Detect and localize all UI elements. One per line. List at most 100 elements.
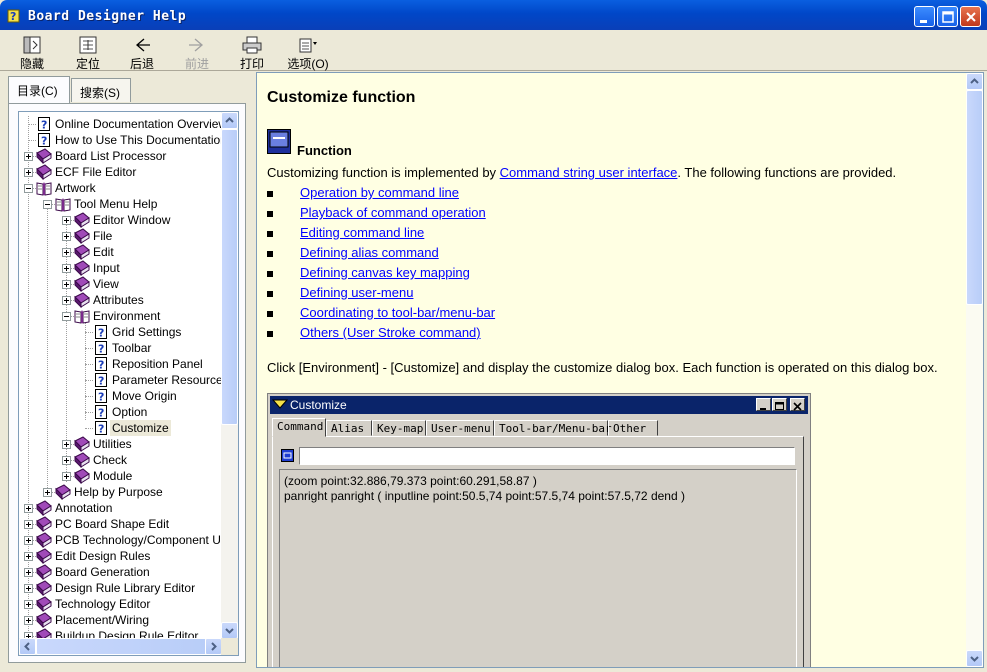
scroll-left-button[interactable] <box>19 638 36 655</box>
tree-item[interactable]: Attributes <box>19 292 222 309</box>
expand-plus-icon[interactable] <box>62 280 71 289</box>
tree-item[interactable]: View <box>19 276 222 293</box>
expand-plus-icon[interactable] <box>24 600 33 609</box>
tree-item[interactable]: ? Customize <box>19 420 222 436</box>
tree-connector <box>85 364 93 365</box>
tree-item[interactable]: Environment <box>19 308 222 324</box>
tree-item[interactable]: Edit Design Rules <box>19 548 222 565</box>
tree-item[interactable]: ? Reposition Panel <box>19 356 222 372</box>
expand-plus-icon[interactable] <box>24 504 33 513</box>
tree-vertical-scrollbar[interactable] <box>221 112 238 639</box>
function-link[interactable]: Playback of command operation <box>300 205 486 220</box>
command-string-link[interactable]: Command string user interface <box>500 165 678 180</box>
hide-button[interactable]: 隐藏 <box>12 34 52 71</box>
tab-contents[interactable]: 目录(C) <box>8 76 70 103</box>
expand-plus-icon[interactable] <box>24 536 33 545</box>
expand-plus-icon[interactable] <box>24 616 33 625</box>
tree-item[interactable]: ? Option <box>19 404 222 420</box>
dialog-command-input <box>299 447 795 465</box>
tree-item[interactable]: ECF File Editor <box>19 164 222 181</box>
collapse-minus-icon[interactable] <box>62 312 71 321</box>
options-button[interactable]: 选项(O) <box>283 34 333 71</box>
tree-item-label: Parameter Resource <box>112 373 222 387</box>
collapse-minus-icon[interactable] <box>24 184 33 193</box>
scroll-right-button[interactable] <box>205 638 222 655</box>
scroll-up-button[interactable] <box>221 112 238 129</box>
tree-item[interactable]: ? How to Use This Documentation <box>19 132 222 148</box>
expand-plus-icon[interactable] <box>62 456 71 465</box>
tree-item[interactable]: Edit <box>19 244 222 261</box>
locate-button[interactable]: 定位 <box>68 34 108 71</box>
tree-item-label: Editor Window <box>93 213 171 227</box>
tree-item-label: Board List Processor <box>55 149 167 163</box>
forward-button[interactable]: 前进 <box>177 34 217 71</box>
title-bar[interactable]: ? Board Designer Help <box>0 0 987 30</box>
tree-item[interactable]: ? Move Origin <box>19 388 222 404</box>
tree-horizontal-scrollbar[interactable] <box>19 638 222 655</box>
tree-item[interactable]: ? Online Documentation Overview <box>19 116 222 132</box>
close-button[interactable] <box>960 6 981 27</box>
expand-plus-icon[interactable] <box>62 264 71 273</box>
expand-plus-icon[interactable] <box>62 248 71 257</box>
tree-item[interactable]: Utilities <box>19 436 222 453</box>
content-scroll-down-button[interactable] <box>966 650 983 667</box>
expand-plus-icon[interactable] <box>43 488 52 497</box>
tree-item[interactable]: Board Generation <box>19 564 222 581</box>
collapse-minus-icon[interactable] <box>43 200 52 209</box>
tree-item[interactable]: Design Rule Library Editor <box>19 580 222 597</box>
tree-item[interactable]: Annotation <box>19 500 222 517</box>
expand-plus-icon[interactable] <box>62 440 71 449</box>
scroll-thumb[interactable] <box>221 129 238 425</box>
tree-item[interactable]: Help by Purpose <box>19 484 222 501</box>
tree-item[interactable]: Technology Editor <box>19 596 222 613</box>
tree-item[interactable]: PCB Technology/Component Upd <box>19 532 222 549</box>
expand-plus-icon[interactable] <box>62 296 71 305</box>
closed-book-icon <box>36 164 52 181</box>
content-scroll-up-button[interactable] <box>966 73 983 90</box>
maximize-button[interactable] <box>937 6 958 27</box>
function-link[interactable]: Coordinating to tool-bar/menu-bar <box>300 305 495 320</box>
tree-item[interactable]: Artwork <box>19 180 222 196</box>
expand-plus-icon[interactable] <box>24 152 33 161</box>
content-vertical-scrollbar[interactable] <box>966 73 983 667</box>
svg-text:?: ? <box>98 423 104 436</box>
function-link[interactable]: Editing command line <box>300 225 424 240</box>
tree-item[interactable]: Placement/Wiring <box>19 612 222 629</box>
content-scroll-thumb[interactable] <box>966 90 983 305</box>
expand-plus-icon[interactable] <box>24 568 33 577</box>
expand-plus-icon[interactable] <box>24 520 33 529</box>
tree-item[interactable]: Board List Processor <box>19 148 222 165</box>
back-button[interactable]: 后退 <box>122 34 162 71</box>
scroll-down-button[interactable] <box>221 622 238 639</box>
tree-item-label: Environment <box>93 309 161 323</box>
expand-plus-icon[interactable] <box>24 168 33 177</box>
expand-plus-icon[interactable] <box>62 216 71 225</box>
tree-item[interactable]: File <box>19 228 222 245</box>
tree-item[interactable]: ? Parameter Resource <box>19 372 222 388</box>
function-link[interactable]: Defining alias command <box>300 245 439 260</box>
print-button[interactable]: 打印 <box>232 34 272 71</box>
tree-item[interactable]: Editor Window <box>19 212 222 229</box>
function-link[interactable]: Defining user-menu <box>300 285 413 300</box>
help-topic-icon: ? <box>36 116 52 132</box>
chevron-down-icon <box>225 628 234 634</box>
minimize-button[interactable] <box>914 6 935 27</box>
tree-item[interactable]: ? Grid Settings <box>19 324 222 340</box>
function-link[interactable]: Defining canvas key mapping <box>300 265 470 280</box>
tree-item[interactable]: ? Toolbar <box>19 340 222 356</box>
expand-plus-icon[interactable] <box>24 552 33 561</box>
closed-book-icon <box>36 148 52 165</box>
tree-item[interactable]: Input <box>19 260 222 277</box>
function-link[interactable]: Others (User Stroke command) <box>300 325 481 340</box>
function-link[interactable]: Operation by command line <box>300 185 459 200</box>
tree-item[interactable]: Tool Menu Help <box>19 196 222 212</box>
hscroll-thumb[interactable] <box>36 638 208 655</box>
expand-plus-icon[interactable] <box>62 232 71 241</box>
closed-book-icon <box>36 516 52 533</box>
expand-plus-icon[interactable] <box>24 584 33 593</box>
tab-search[interactable]: 搜索(S) <box>71 78 131 102</box>
tree-item[interactable]: Module <box>19 468 222 485</box>
tree-item[interactable]: PC Board Shape Edit <box>19 516 222 533</box>
expand-plus-icon[interactable] <box>62 472 71 481</box>
tree-item[interactable]: Check <box>19 452 222 469</box>
